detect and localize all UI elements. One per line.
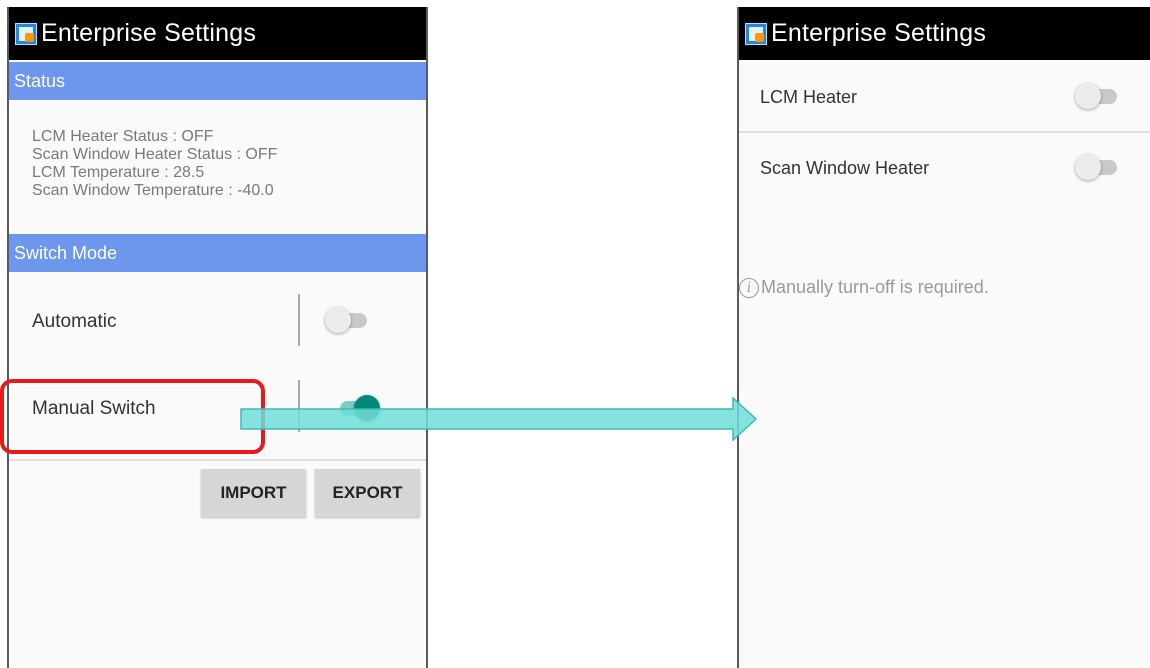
navigation-arrow (240, 396, 758, 442)
arrow-shape (240, 396, 758, 442)
